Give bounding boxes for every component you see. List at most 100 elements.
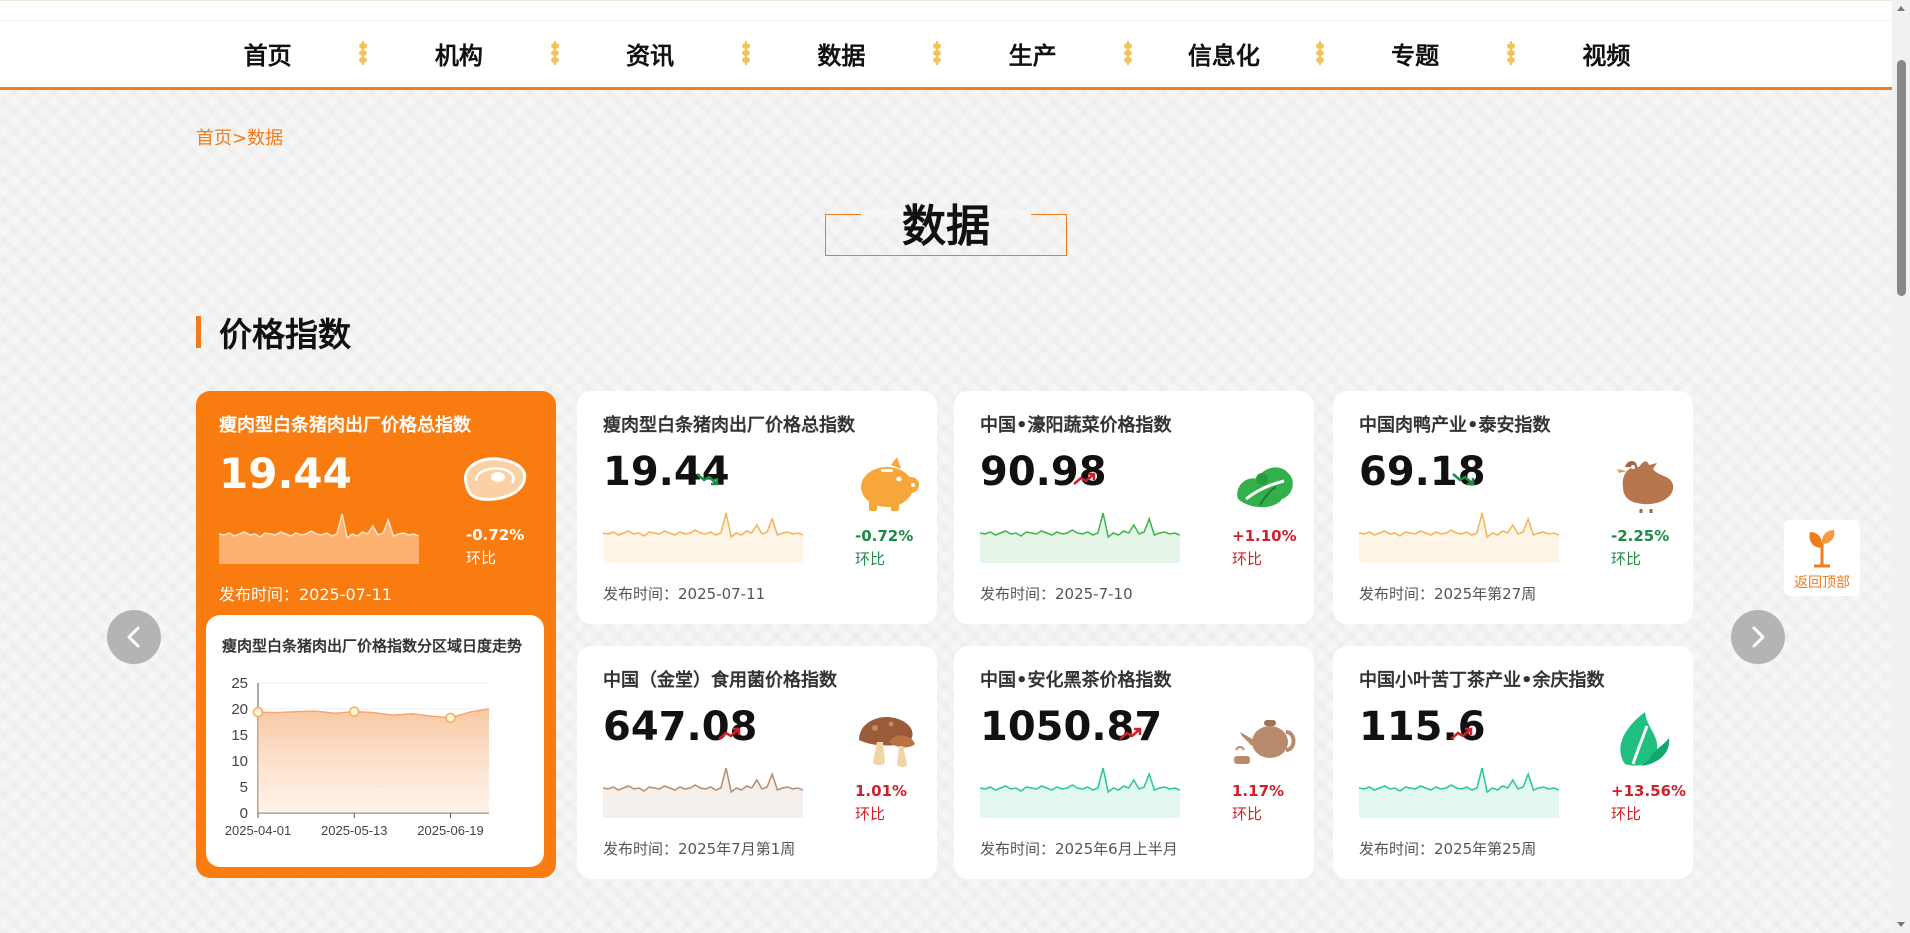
main-nav: 首页 机构 资讯 数据 生产 信息化 专题 视频 (172, 25, 1702, 81)
card-change-label: 环比 (1611, 805, 1642, 823)
tea-leaf-icon (1620, 712, 1670, 766)
series-area (258, 709, 489, 813)
card-date: 发布时间：2025年7月第1周 (603, 840, 796, 858)
nav-item-production[interactable]: 生产 (937, 36, 1128, 71)
card-change: +13.56% (1611, 782, 1687, 800)
page-scrollbar[interactable] (1892, 0, 1910, 933)
featured-value: 19.44 (219, 449, 352, 498)
back-to-top-label: 返回顶部 (1794, 575, 1850, 591)
card-sparkline (1359, 512, 1559, 563)
section-title-text: 价格指数 (219, 315, 351, 354)
price-index-card[interactable]: 中国•濠阳蔬菜价格指数 90.98 +1.10% 环比 发布时间：2025-7-10 (954, 391, 1314, 624)
price-index-card[interactable]: 中国（金堂）食用菌价格指数 647.08 1.01% 环比 发布时间：2025年7月第1… (577, 646, 937, 879)
card-date: 发布时间：2025-7-10 (980, 585, 1133, 603)
card-sparkline (603, 767, 803, 818)
y-tick-label: 25 (231, 675, 248, 692)
regional-trend-chart-panel: 瘦肉型白条猪肉出厂价格指数分区域日度走势 25 20 15 10 5 0 2025-04-0… (206, 615, 544, 867)
y-tick-label: 5 (240, 779, 248, 796)
nav-item-informatization[interactable]: 信息化 (1128, 36, 1319, 71)
x-tick-label: 2025-04-01 (225, 823, 292, 838)
y-tick-label: 20 (231, 701, 248, 718)
scroll-up-icon[interactable] (1897, 6, 1905, 11)
card-change: +1.10% (1232, 527, 1297, 545)
price-index-card[interactable]: 中国肉鸭产业•泰安指数 69.18 -2.25% 环比 发布时间：2025年第27周 (1333, 391, 1693, 624)
nav-item-news[interactable]: 资讯 (555, 36, 746, 71)
data-point (445, 712, 456, 724)
chevron-left-icon (127, 626, 140, 648)
data-point (349, 706, 360, 717)
trend-down-icon (695, 471, 721, 487)
chevron-right-icon (1752, 626, 1765, 648)
card-change: -2.25% (1611, 527, 1670, 545)
card-change-label: 环比 (855, 550, 886, 568)
card-sparkline (980, 767, 1180, 818)
nav-item-data[interactable]: 数据 (746, 36, 937, 71)
carousel-next-button[interactable] (1731, 610, 1785, 664)
card-date: 发布时间：2025-07-11 (603, 585, 766, 603)
nav-item-topics[interactable]: 专题 (1320, 36, 1511, 71)
page-title: 数据 (902, 201, 990, 252)
card-title: 瘦肉型白条猪肉出厂价格总指数 (603, 415, 855, 436)
trend-up-icon (1118, 726, 1144, 742)
regional-trend-chart: 25 20 15 10 5 02025-04-01 2025-05-13 2025-06-19 (225, 675, 490, 838)
card-sparkline (603, 512, 803, 563)
card-sparkline (1359, 767, 1559, 818)
back-to-top-button[interactable]: 返回顶部 (1784, 520, 1860, 596)
card-title: 中国•濠阳蔬菜价格指数 (980, 415, 1172, 436)
featured-title: 瘦肉型白条猪肉出厂价格总指数 (219, 415, 471, 436)
featured-sparkline (219, 513, 419, 564)
card-date: 发布时间：2025年第27周 (1359, 585, 1537, 603)
chart-title: 瘦肉型白条猪肉出厂价格指数分区域日度走势 (222, 637, 523, 655)
price-index-card[interactable]: 瘦肉型白条猪肉出厂价格总指数 19.44 -0.72% 环比 发布时间：2025-07-… (577, 391, 937, 624)
scroll-down-icon[interactable] (1897, 922, 1905, 927)
card-date: 发布时间：2025年6月上半月 (980, 840, 1178, 858)
y-tick-label: 15 (231, 727, 248, 744)
mushroom-icon (859, 716, 915, 767)
x-tick-label: 2025-05-13 (321, 823, 388, 838)
card-title: 中国小叶苦丁茶产业•余庆指数 (1359, 670, 1605, 691)
sprout-icon (1809, 530, 1835, 568)
card-change-label: 环比 (855, 805, 886, 823)
card-change: 1.01% (855, 782, 908, 800)
featured-index-card[interactable]: 瘦肉型白条猪肉出厂价格总指数 19.44 -0.72% 环比 发布时间：2025… (196, 391, 556, 878)
pig-icon (861, 457, 919, 511)
y-tick-label: 10 (231, 753, 248, 770)
top-navigation-bar: 首页 机构 资讯 数据 生产 信息化 专题 视频 (0, 0, 1892, 90)
card-change: -0.72% (855, 527, 914, 545)
page-title-block: 数据 (825, 190, 1067, 258)
featured-change: -0.72% (466, 526, 525, 544)
vegetable-icon (1237, 467, 1293, 508)
trend-up-icon (717, 726, 743, 742)
carousel-prev-button[interactable] (107, 610, 161, 664)
nav-item-home[interactable]: 首页 (172, 36, 363, 71)
duck-icon (1617, 461, 1674, 513)
nav-item-videos[interactable]: 视频 (1511, 36, 1702, 71)
meat-icon (463, 457, 527, 501)
trend-up-icon (1449, 726, 1475, 742)
section-title: 价格指数 (196, 312, 351, 354)
trend-down-icon (1451, 471, 1477, 487)
card-change: 1.17% (1232, 782, 1285, 800)
teapot-icon (1234, 720, 1296, 764)
card-date: 发布时间：2025年第25周 (1359, 840, 1537, 858)
card-title: 中国•安化黑茶价格指数 (980, 670, 1172, 691)
price-index-card[interactable]: 中国小叶苦丁茶产业•余庆指数 115.6 +13.56% 环比 发布时间：2025年第2… (1333, 646, 1693, 879)
x-tick-label: 2025-06-19 (417, 823, 484, 838)
scrollbar-thumb[interactable] (1897, 60, 1906, 296)
featured-date: 发布时间：2025-07-11 (219, 585, 392, 604)
trend-up-icon (1072, 471, 1098, 487)
card-sparkline (980, 512, 1180, 563)
breadcrumb[interactable]: 首页>数据 (196, 124, 283, 150)
featured-change-label: 环比 (466, 549, 497, 567)
y-tick-label: 0 (240, 805, 248, 822)
card-change-label: 环比 (1611, 550, 1642, 568)
data-point (252, 706, 264, 718)
nav-item-institutions[interactable]: 机构 (363, 36, 554, 71)
topbar-divider (0, 20, 1892, 21)
card-change-label: 环比 (1232, 550, 1263, 568)
card-change-label: 环比 (1232, 805, 1263, 823)
card-title: 中国（金堂）食用菌价格指数 (603, 670, 837, 691)
section-accent-bar (196, 316, 201, 348)
card-title: 中国肉鸭产业•泰安指数 (1359, 415, 1551, 436)
price-index-card[interactable]: 中国•安化黑茶价格指数 1050.87 1.17% 环比 发布时间：2025年6月上半月 (954, 646, 1314, 879)
